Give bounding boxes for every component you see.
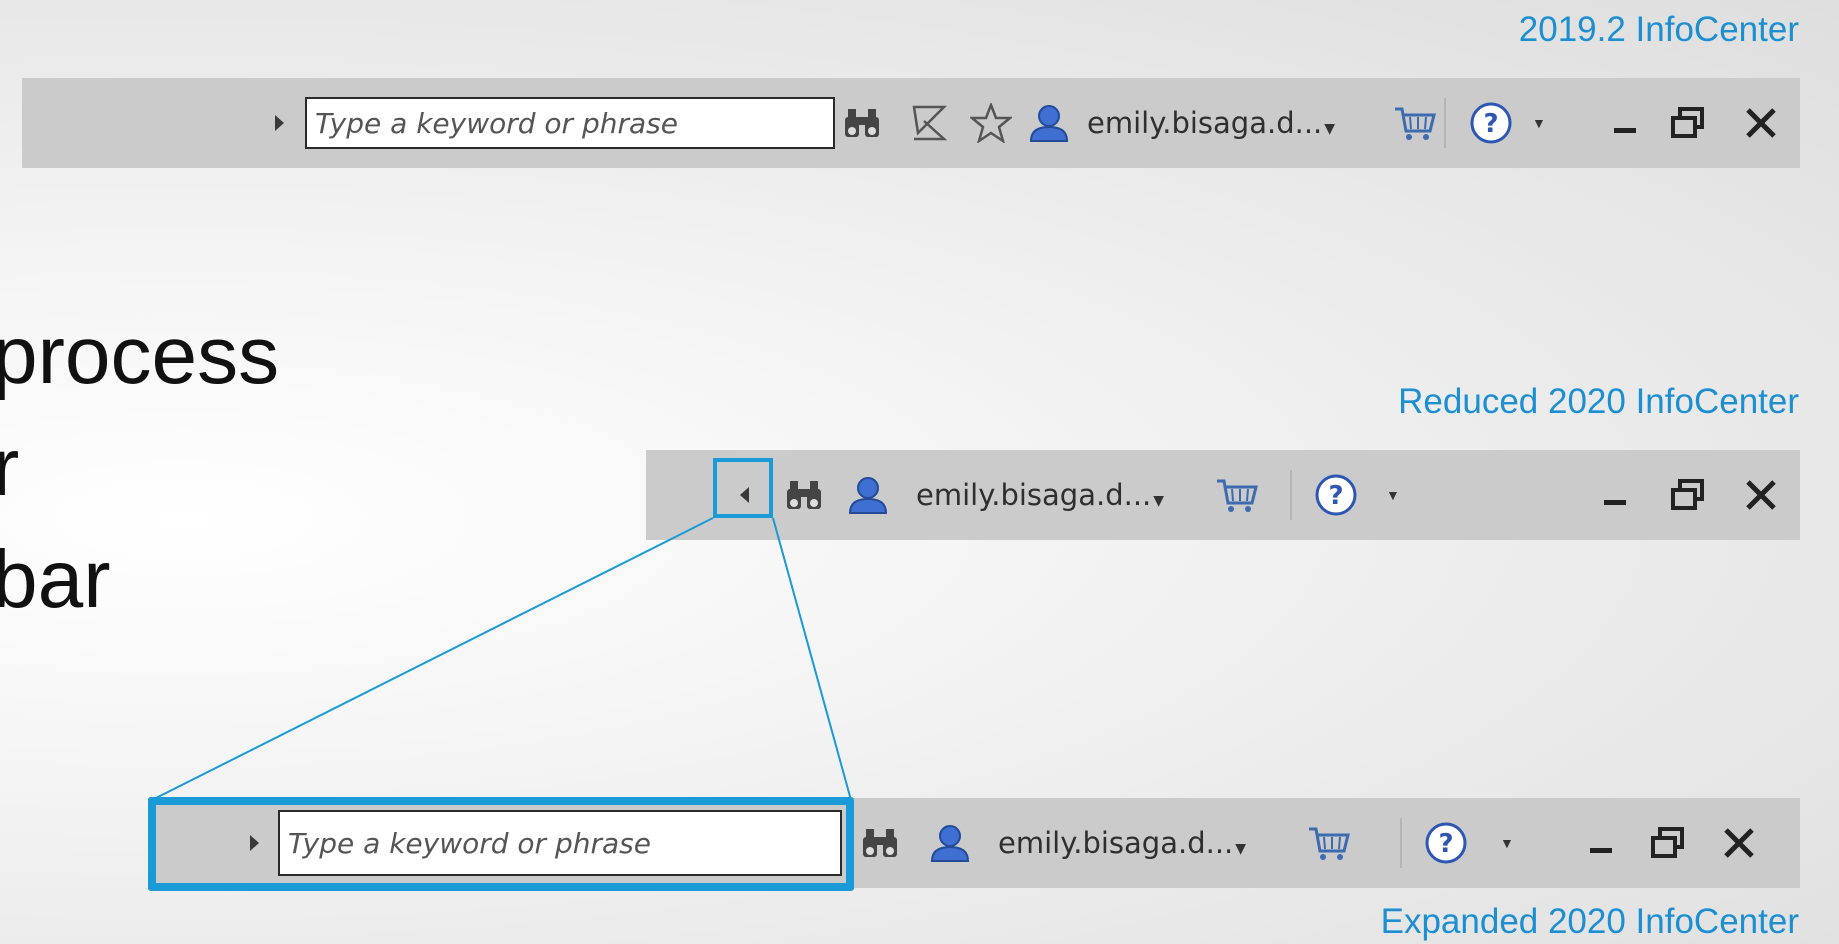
cart-icon[interactable] — [1214, 475, 1258, 515]
minimize-icon[interactable] — [1588, 846, 1614, 856]
search-input[interactable] — [313, 105, 833, 141]
bullet-line-1: process — [0, 310, 280, 401]
slide-bullet-text: process r bar — [0, 300, 279, 636]
user-name[interactable]: emily.bisaga.d... ▼ — [998, 826, 1246, 860]
caption-reduced-2020-infocenter: Reduced 2020 InfoCenter — [1398, 382, 1799, 421]
help-icon[interactable]: ? — [1469, 101, 1513, 145]
user-dropdown-icon[interactable]: ▼ — [1235, 841, 1246, 857]
infocenter-toolbar-2019: emily.bisaga.d...▼ ? ▼ — [22, 78, 1800, 168]
help-icon[interactable]: ? — [1314, 473, 1358, 517]
binoculars-icon[interactable] — [784, 477, 824, 513]
toolbar-separator — [1400, 818, 1402, 868]
user-icon[interactable] — [1027, 103, 1071, 143]
caption-2019-infocenter: 2019.2 InfoCenter — [1518, 10, 1799, 49]
search-bar-highlight — [148, 797, 854, 891]
callout-line-right — [772, 517, 852, 801]
close-icon[interactable] — [1744, 478, 1778, 512]
minimize-icon[interactable] — [1612, 126, 1638, 136]
bullet-line-3: bar — [0, 534, 111, 625]
help-icon[interactable]: ? — [1424, 821, 1468, 865]
expand-arrow-highlight — [713, 458, 773, 518]
minimize-icon[interactable] — [1602, 498, 1628, 508]
svg-text:?: ? — [1328, 481, 1343, 511]
help-dropdown-icon[interactable]: ▼ — [1500, 835, 1514, 851]
user-dropdown-icon[interactable]: ▼ — [1324, 121, 1335, 137]
user-name-text: emily.bisaga.d... — [1087, 106, 1323, 140]
user-name-text: emily.bisaga.d... — [916, 478, 1152, 512]
svg-text:?: ? — [1438, 829, 1453, 859]
close-icon[interactable] — [1722, 826, 1756, 860]
user-name-text: emily.bisaga.d... — [998, 826, 1234, 860]
binoculars-icon[interactable] — [860, 825, 900, 861]
caption-expanded-2020-infocenter: Expanded 2020 InfoCenter — [1380, 902, 1799, 941]
svg-text:?: ? — [1483, 109, 1498, 139]
toolbar-separator — [1290, 470, 1292, 520]
star-icon[interactable] — [970, 103, 1012, 143]
binoculars-icon[interactable] — [842, 105, 882, 141]
bullet-line-2: r — [0, 422, 20, 513]
user-name[interactable]: emily.bisaga.d... ▼ — [1087, 106, 1335, 140]
help-dropdown-icon[interactable]: ▼ — [1386, 487, 1400, 503]
restore-icon[interactable] — [1670, 106, 1706, 140]
restore-icon[interactable] — [1670, 478, 1706, 512]
user-dropdown-icon[interactable]: ▼ — [1153, 493, 1164, 509]
user-icon[interactable] — [928, 823, 972, 863]
restore-icon[interactable] — [1650, 826, 1686, 860]
satellite-icon[interactable] — [910, 103, 948, 143]
cart-icon[interactable] — [1306, 823, 1350, 863]
user-name[interactable]: emily.bisaga.d... ▼ — [916, 478, 1164, 512]
help-dropdown-icon[interactable]: ▼ — [1532, 115, 1546, 131]
user-icon[interactable] — [846, 475, 890, 515]
close-icon[interactable] — [1744, 106, 1778, 140]
infocenter-toolbar-reduced-2020: emily.bisaga.d... ▼ ? ▼ — [646, 450, 1800, 540]
search-arrow-icon[interactable] — [275, 115, 284, 131]
toolbar-separator — [1444, 98, 1446, 148]
cart-icon[interactable] — [1392, 103, 1436, 143]
search-box[interactable] — [305, 97, 835, 149]
